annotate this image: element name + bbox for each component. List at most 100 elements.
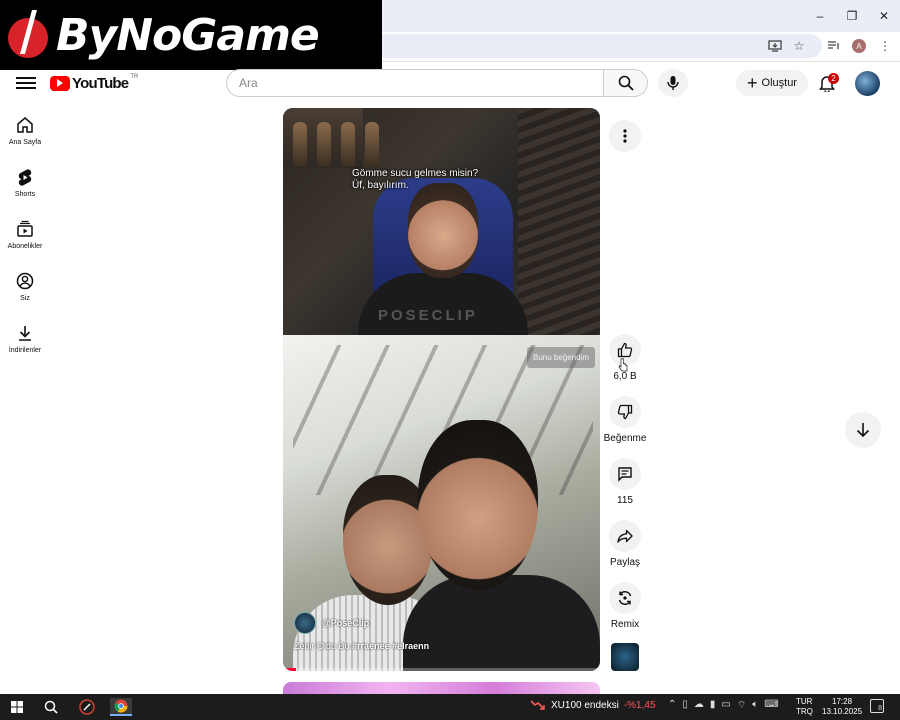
microphone-icon [667,76,679,90]
tray-keyboard-icon[interactable]: ⌨︎ [764,699,778,712]
keyboard-layout: TRQ [796,707,813,716]
tray-mic-icon[interactable]: ▮ [710,699,716,712]
stock-chart-icon [530,700,545,710]
dislike-label: Beğenme [603,433,647,444]
mouse-pointer-icon [618,358,628,372]
create-button[interactable]: + Oluştur [736,70,808,96]
dislike-action[interactable]: Beğenme [600,396,650,444]
share-button[interactable] [609,520,641,552]
video-frame-top: Gömme sucu gelmes misin? Üf, bayılırım. … [283,108,600,343]
clock-date: 13.10.2025 [822,707,863,716]
account-avatar[interactable] [855,71,880,96]
shorts-icon [18,169,32,186]
language-code: TUR [796,697,813,706]
close-window-button[interactable]: ✕ [868,0,900,32]
sidebar-item-shorts[interactable]: Shorts [0,168,50,198]
input-language-indicator[interactable]: TUR TRQ [796,697,813,717]
sidebar-item-label: Shorts [14,191,36,198]
sidebar-item-downloads[interactable]: İndirilenler [0,324,50,354]
search-input[interactable]: Ara [226,69,604,97]
video-watermark: POSECLIP [378,307,478,324]
video-caption: Gömme sucu gelmes misin? Üf, bayılırım. [352,168,478,192]
audio-source-thumbnail[interactable] [611,643,639,671]
tray-volume-icon[interactable]: 🔈︎ [752,699,758,712]
maximize-button[interactable]: ❐ [836,0,868,32]
address-bar[interactable] [360,34,822,58]
minimize-button[interactable]: – [804,0,836,32]
remix-button[interactable] [609,582,641,614]
more-actions-button[interactable] [609,120,641,152]
sidebar-item-subscriptions[interactable]: Abonelikler [0,220,50,250]
video-title[interactable]: Zehir Oldu Bu #rraenee #elraenn [294,641,429,651]
background-carving [518,108,600,335]
comments-action[interactable]: 115 [600,458,650,506]
guide-menu-button[interactable] [16,74,36,92]
media-queue-icon[interactable] [825,38,843,54]
create-label: Oluştur [761,77,797,89]
more-vertical-icon [623,129,627,143]
shorts-player[interactable]: Gömme sucu gelmes misin? Üf, bayılırım. … [283,108,600,671]
caption-line-1: Gömme sucu gelmes misin? [352,168,479,179]
window-controls: – ❐ ✕ [804,0,900,32]
channel-row[interactable]: @PoseClip [294,612,369,634]
channel-avatar[interactable] [294,612,316,634]
sidebar-item-label: Ana Sayfa [8,139,42,146]
subscriptions-icon [17,220,33,237]
stock-name: XU100 endeksi [551,699,619,711]
bookmark-star-icon[interactable]: ☆ [790,38,808,54]
sidebar-item-home[interactable]: Ana Sayfa [0,116,50,146]
tray-network-icon[interactable]: ▭ [721,699,730,712]
video-progress-fill [283,668,296,671]
remix-label: Remix [610,619,640,630]
thumbs-up-icon [617,342,633,358]
share-icon [617,529,633,543]
tray-chevron-icon[interactable]: ⌃ [668,699,676,712]
video-progress-bar[interactable] [283,668,600,671]
comment-icon [618,467,632,482]
streamer-face [408,183,478,278]
like-count: 6,0 B [613,371,637,382]
man-shirt [403,575,600,671]
sidebar-item-you[interactable]: Siz [0,272,50,302]
browser-profile-avatar[interactable]: A [852,39,866,53]
dislike-button[interactable] [609,396,641,428]
comments-count: 115 [617,495,633,506]
next-short-button[interactable] [845,412,881,448]
youtube-logo[interactable]: YouTube TR [50,74,138,92]
region-code: TR [130,74,139,80]
taskbar-chrome-icon[interactable] [110,698,132,716]
liked-tooltip: Bunu beğendim [527,347,596,368]
remix-icon [618,591,632,605]
taskbar-clock[interactable]: 17:28 13.10.2025 [822,697,862,717]
taskbar-app-icon[interactable] [76,698,98,716]
remix-action[interactable]: Remix [600,582,650,630]
arrow-down-icon [856,423,870,438]
stock-widget[interactable]: XU100 endeksi -%1,45 [530,699,656,711]
notification-center-count: 8 [878,705,882,712]
tray-bluetooth-icon[interactable]: ▯ [682,699,688,712]
share-label: Paylaş [609,557,640,568]
video-hashtags[interactable]: #rraenee #elraenn [352,641,429,651]
search-icon [618,75,634,91]
download-icon [19,326,31,341]
plus-icon: + [747,73,758,93]
home-icon [17,117,33,133]
collectible-figures [293,112,443,167]
taskbar-search-icon[interactable] [40,698,62,716]
windows-start-icon[interactable] [6,698,28,716]
comments-button[interactable] [609,458,641,490]
bynogame-logo-overlay: ByNoGame [0,0,382,70]
channel-name[interactable]: @PoseClip [322,618,369,628]
install-app-icon[interactable] [766,38,784,54]
sidebar-item-label: İndirilenler [8,347,42,354]
youtube-wordmark: YouTube [72,74,129,92]
bynogame-logo-icon [8,10,48,58]
tray-cloud-icon[interactable]: ☁ [694,699,704,712]
search-button[interactable] [604,69,648,97]
tray-wifi-icon[interactable]: ⌔ [737,699,746,712]
stock-change: -%1,45 [623,699,656,711]
notification-center-icon[interactable]: 8 [870,699,884,713]
browser-menu-icon[interactable]: ⋮ [876,38,894,54]
voice-search-button[interactable] [658,69,688,97]
share-action[interactable]: Paylaş [600,520,650,568]
